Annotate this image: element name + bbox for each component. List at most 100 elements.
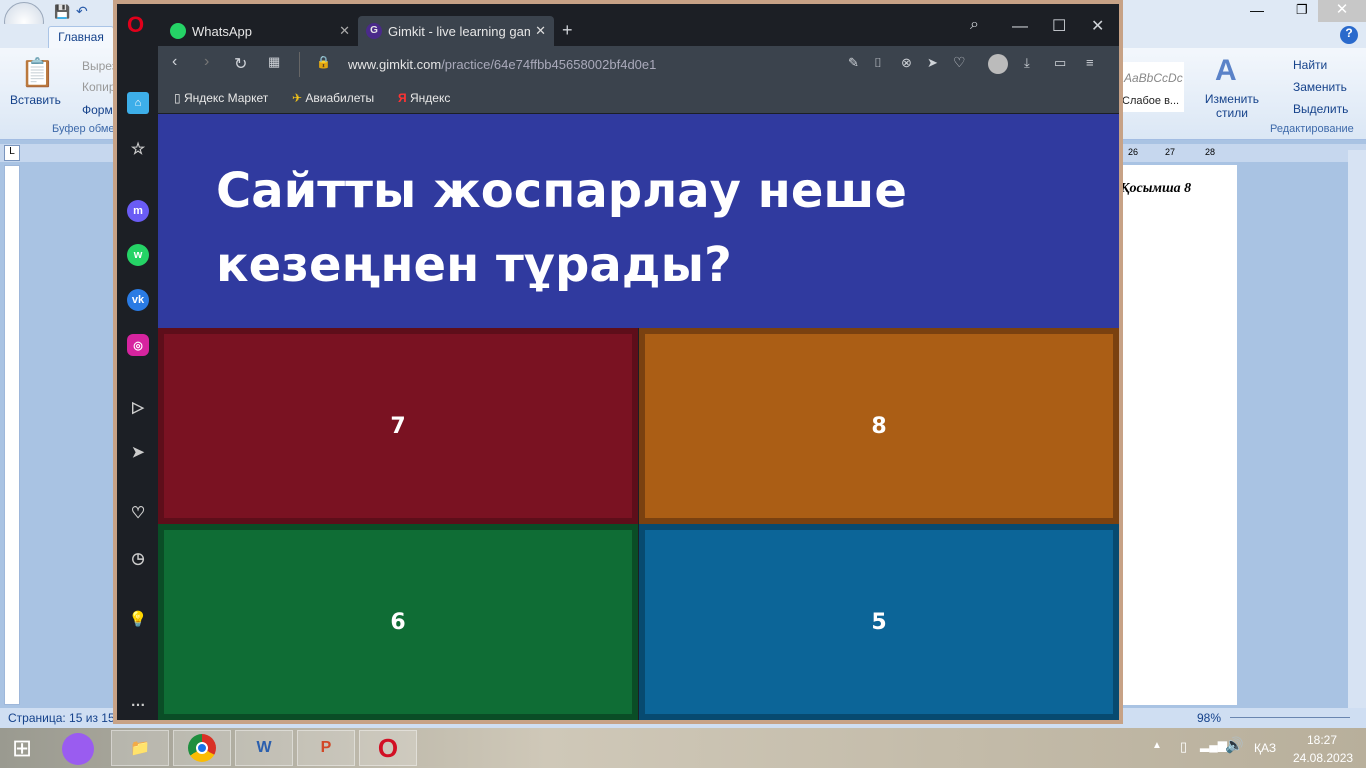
change-styles-button[interactable]: Изменить стили [1204, 92, 1260, 120]
tab-label: WhatsApp [192, 23, 252, 39]
alice-icon[interactable] [62, 733, 94, 765]
snapshot-icon[interactable]: ⌷ [874, 55, 882, 71]
easy-setup-icon[interactable]: ≡ [1086, 55, 1094, 70]
profile-avatar[interactable] [988, 54, 1008, 74]
bookmarks-bar: ▯ Яндекс Маркет ✈ Авиабилеты Я Яндекс [158, 83, 1119, 113]
lightbulb-icon[interactable]: 💡 [127, 608, 149, 630]
star-icon[interactable]: ☆ [127, 138, 149, 160]
restore-button[interactable]: ❐ [1296, 2, 1308, 18]
tab-home[interactable]: Главная [48, 26, 114, 48]
tab-whatsapp[interactable]: WhatsApp ✕ [162, 16, 358, 46]
download-icon[interactable]: ⤓ [1024, 55, 1030, 71]
opera-window: O WhatsApp ✕ G Gimkit - live learning ga… [113, 0, 1123, 724]
answer-option-1[interactable]: 7 [158, 328, 638, 524]
chrome-taskbar-icon[interactable] [173, 730, 231, 766]
style-name: Слабое в... [1122, 95, 1180, 107]
battery-saver-icon[interactable]: ▭ [1054, 55, 1066, 71]
start-button[interactable]: ⊞ [12, 734, 32, 763]
tabs-grid-icon[interactable]: ▦ [268, 54, 280, 70]
style-preview: AaBbCcDc [1124, 71, 1183, 85]
new-tab-button[interactable]: + [562, 20, 573, 41]
style-gallery[interactable]: AaBbCcDc Слабое в... [1122, 62, 1184, 112]
tab-selector[interactable]: L [4, 145, 20, 161]
page-count[interactable]: Страница: 15 из 15 [8, 711, 115, 725]
messenger-icon[interactable]: m [127, 200, 149, 222]
save-icon[interactable]: 💾 [54, 4, 70, 20]
bookmark-aviabilety[interactable]: ✈ Авиабилеты [292, 91, 374, 105]
clock-time[interactable]: 18:27 [1307, 733, 1337, 747]
network-icon[interactable]: ▂▄▆ [1200, 738, 1227, 752]
close-tab-icon[interactable]: ✕ [339, 23, 350, 39]
instagram-icon[interactable]: ◎ [127, 334, 149, 356]
taskbar: ⊞ 📁 W P O ▲ ▯ ▂▄▆ 🔊 ҚАЗ 18:27 24.08.2023 [0, 728, 1366, 768]
cut-button[interactable]: Вырез [82, 59, 117, 73]
maximize-button[interactable]: ☐ [1052, 16, 1066, 36]
heart-icon[interactable]: ♡ [127, 502, 149, 524]
answer-option-3[interactable]: 6 [158, 524, 638, 720]
gimkit-page: Сайтты жоспарлау неше кезеңнен тұрады? 7… [158, 114, 1119, 720]
close-window-button[interactable]: ✕ [1091, 16, 1104, 36]
volume-icon[interactable]: 🔊 [1225, 736, 1244, 754]
paste-button[interactable]: Вставить [10, 93, 61, 107]
help-icon[interactable]: ? [1340, 26, 1358, 44]
zoom-level[interactable]: 98% [1197, 711, 1221, 725]
ruler-mark: 26 [1128, 147, 1139, 157]
send-icon[interactable]: ➤ [927, 55, 938, 71]
word-taskbar-icon[interactable]: W [235, 730, 293, 766]
whatsapp-icon [170, 23, 186, 39]
select-button[interactable]: Выделить [1293, 102, 1348, 116]
bookmark-label: Яндекс [409, 91, 451, 105]
address-bar: ‹ › ↻ ▦ 🔒 www.gimkit.com/practice/64e74f… [158, 46, 1119, 83]
home-icon[interactable]: ⌂ [127, 92, 149, 114]
minimize-button[interactable]: — [1012, 18, 1028, 36]
opera-taskbar-icon[interactable]: O [359, 730, 417, 766]
answer-option-2[interactable]: 8 [639, 328, 1119, 524]
adblock-icon[interactable]: ⊗ [901, 55, 912, 71]
tab-gimkit[interactable]: G Gimkit - live learning game ✕ [358, 16, 554, 46]
whatsapp-icon[interactable]: w [127, 244, 149, 266]
more-icon[interactable]: … [127, 690, 149, 712]
lock-icon: 🔒 [316, 55, 331, 69]
question-text: Сайтты жоспарлау неше кезеңнен тұрады? [158, 114, 1119, 328]
opera-menu-icon[interactable]: O [127, 12, 144, 38]
clock-date[interactable]: 24.08.2023 [1293, 751, 1353, 765]
url-path: /practice/64e74ffbb45658002bf4d0e1 [441, 57, 657, 72]
bookmark-label: Авиабилеты [305, 91, 375, 105]
find-button[interactable]: Найти [1293, 58, 1327, 72]
tray-expand-icon[interactable]: ▲ [1152, 740, 1162, 751]
tab-label: Gimkit - live learning game [388, 23, 530, 39]
reload-icon[interactable]: ↻ [234, 54, 247, 74]
player-icon[interactable]: ▷ [127, 396, 149, 418]
back-icon[interactable]: ‹ [172, 53, 177, 71]
search-tabs-icon[interactable]: ⌕ [970, 16, 979, 34]
bookmark-yandex-market[interactable]: ▯ Яндекс Маркет [174, 91, 268, 105]
send-icon[interactable]: ➤ [127, 441, 149, 463]
heart-icon[interactable]: ♡ [953, 54, 966, 71]
close-button[interactable]: ✕ [1318, 0, 1366, 22]
minimize-button[interactable]: — [1250, 2, 1264, 18]
vk-icon[interactable]: vk [127, 289, 149, 311]
change-styles-icon: A [1215, 54, 1237, 87]
bookmark-label: Яндекс Маркет [183, 91, 269, 105]
opera-sidebar: ⌂ ☆ m w vk ◎ ▷ ➤ ♡ ◷ 💡 … [117, 84, 158, 720]
copy-button[interactable]: Копир [82, 80, 116, 94]
ruler-mark: 27 [1165, 147, 1176, 157]
zoom-slider[interactable] [1230, 717, 1350, 718]
close-tab-icon[interactable]: ✕ [535, 23, 546, 39]
url-domain: www.gimkit.com [348, 57, 442, 72]
explorer-taskbar-icon[interactable]: 📁 [111, 730, 169, 766]
powerpoint-taskbar-icon[interactable]: P [297, 730, 355, 766]
language-indicator[interactable]: ҚАЗ [1254, 741, 1276, 755]
edit-icon[interactable]: ✎ [848, 55, 859, 71]
url-field[interactable]: www.gimkit.com/practice/64e74ffbb4565800… [348, 57, 656, 72]
paste-icon: 📋 [20, 57, 55, 88]
battery-icon[interactable]: ▯ [1180, 739, 1187, 755]
replace-button[interactable]: Заменить [1293, 80, 1347, 94]
bookmark-yandex[interactable]: Я Яндекс [398, 91, 450, 105]
answer-option-4[interactable]: 5 [639, 524, 1119, 720]
forward-icon[interactable]: › [204, 53, 209, 71]
undo-icon[interactable]: ↶ [76, 3, 88, 20]
vertical-scrollbar[interactable] [1348, 150, 1366, 708]
vertical-ruler [4, 165, 20, 705]
history-icon[interactable]: ◷ [127, 547, 149, 569]
